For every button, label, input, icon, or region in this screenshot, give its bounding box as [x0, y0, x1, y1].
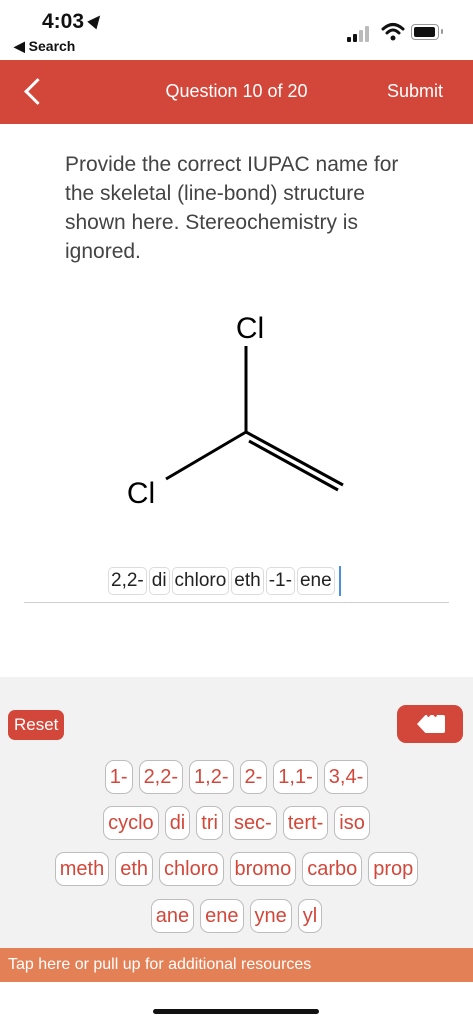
question-header: Question 10 of 20 Submit: [0, 60, 473, 124]
battery-icon: [411, 24, 439, 40]
resources-label: Tap here or pull up for additional resou…: [8, 956, 312, 973]
key-prop[interactable]: prop: [368, 852, 419, 886]
back-to-search-link[interactable]: ◀ Search: [14, 38, 75, 55]
skeletal-structure: Cl Cl: [127, 312, 344, 510]
answer-chip[interactable]: di: [148, 567, 170, 595]
answer-chip[interactable]: eth: [231, 567, 264, 595]
question-prompt: Provide the correct IUPAC name for the s…: [65, 153, 399, 263]
nomenclature-keyboard: Reset ✕ 1- 2,2- 1,2- 2- 1,1- 3,4- cyclo …: [0, 677, 473, 948]
answer-chip[interactable]: ene: [296, 567, 335, 595]
key-carbo[interactable]: carbo: [302, 852, 363, 886]
key-meth[interactable]: meth: [54, 852, 110, 886]
keyboard-row-parents: meth eth chloro bromo carbo prop: [0, 852, 473, 886]
text-cursor: [338, 566, 341, 596]
bond-c1-cl-left: [165, 430, 247, 481]
answer-underline: [24, 602, 449, 603]
keyboard-row-prefixes: cyclo di tri sec- tert- iso: [0, 806, 473, 840]
key-ene[interactable]: ene: [200, 899, 244, 933]
key-chloro[interactable]: chloro: [159, 852, 224, 886]
key-yne[interactable]: yne: [249, 899, 292, 933]
key-1-2[interactable]: 1,2-: [189, 760, 234, 794]
home-indicator[interactable]: [153, 1009, 319, 1014]
key-yl[interactable]: yl: [297, 899, 323, 933]
answer-chip[interactable]: -1-: [265, 567, 295, 595]
key-iso[interactable]: iso: [334, 806, 370, 840]
additional-resources-bar[interactable]: Tap here or pull up for additional resou…: [0, 948, 473, 982]
key-sec[interactable]: sec-: [228, 806, 277, 840]
submit-button[interactable]: Submit: [387, 81, 443, 102]
clock-text: 4:03: [42, 10, 85, 33]
key-di[interactable]: di: [164, 806, 191, 840]
key-eth[interactable]: eth: [115, 852, 154, 886]
key-1-1[interactable]: 1,1-: [273, 760, 318, 794]
double-bond-outer: [245, 430, 344, 487]
key-cyclo[interactable]: cyclo: [103, 806, 159, 840]
answer-chip[interactable]: chloro: [171, 567, 230, 595]
wifi-icon: [381, 23, 405, 41]
cellular-signal-icon: [347, 26, 375, 42]
location-arrow-icon: [87, 11, 105, 30]
backspace-button[interactable]: ✕: [397, 705, 463, 743]
atom-label-cl-left: Cl: [127, 477, 155, 510]
key-3-4[interactable]: 3,4-: [323, 760, 369, 794]
double-bond-inner: [248, 439, 339, 492]
battery-cap: [441, 29, 443, 34]
keyboard-row-locants: 1- 2,2- 1,2- 2- 1,1- 3,4-: [0, 760, 473, 794]
key-bromo[interactable]: bromo: [229, 852, 297, 886]
keyboard-row-suffixes: ane ene yne yl: [0, 899, 473, 933]
reset-button[interactable]: Reset: [8, 710, 65, 740]
key-tert[interactable]: tert-: [282, 806, 329, 840]
status-bar: 4:03 ◀ Search: [0, 0, 473, 60]
key-1[interactable]: 1-: [104, 760, 133, 794]
answer-chip[interactable]: 2,2-: [108, 567, 147, 595]
status-time: 4:03: [42, 10, 105, 34]
key-2-2[interactable]: 2,2-: [138, 760, 184, 794]
atom-label-cl-top: Cl: [236, 312, 264, 345]
answer-field[interactable]: 2,2- di chloro eth -1- ene: [108, 566, 341, 596]
key-ane[interactable]: ane: [150, 899, 195, 933]
key-tri[interactable]: tri: [196, 806, 223, 840]
backspace-x-glyph: ✕: [425, 705, 439, 722]
key-2[interactable]: 2-: [239, 760, 268, 794]
